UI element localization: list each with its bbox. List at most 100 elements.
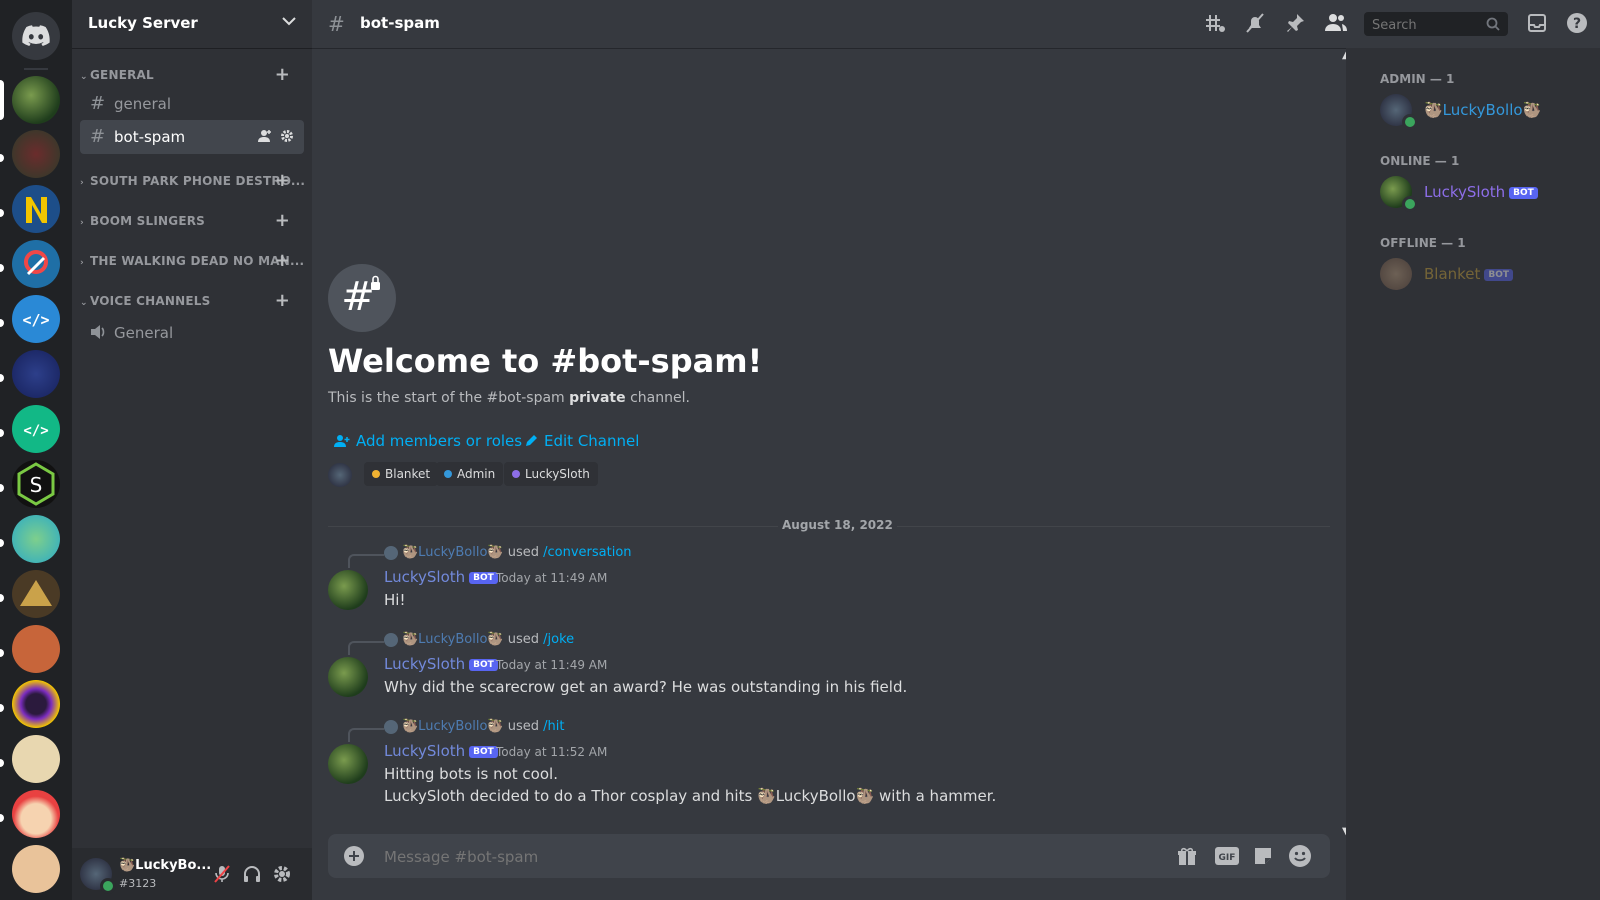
headphones-icon[interactable] bbox=[242, 864, 262, 884]
chat-area: # Welcome to #bot-spam! This is the star… bbox=[312, 0, 1350, 900]
category-walking-dead[interactable]: › THE WALKING DEAD NO MAN... + bbox=[80, 252, 304, 270]
avatar bbox=[384, 632, 398, 647]
message[interactable]: 🦥LuckyBollo🦥 used /joke LuckySloth BOT To… bbox=[312, 632, 1342, 702]
voice-channel-general[interactable]: General bbox=[80, 316, 304, 350]
reply-context[interactable]: 🦥LuckyBollo🦥 used /conversation bbox=[384, 545, 632, 560]
server-icon-7[interactable]: </> bbox=[12, 405, 60, 453]
unread-indicator bbox=[0, 484, 4, 492]
server-icon-10[interactable] bbox=[12, 570, 60, 618]
bot-badge: BOT bbox=[1484, 268, 1514, 281]
unread-indicator bbox=[0, 319, 4, 327]
search-input[interactable] bbox=[1370, 15, 1484, 35]
reply-context[interactable]: 🦥LuckyBollo🦥 used /hit bbox=[384, 719, 564, 734]
welcome-subtitle: This is the start of the #bot-spam priva… bbox=[328, 390, 690, 406]
category-voice-channels[interactable]: ⌄ VOICE CHANNELS + bbox=[80, 292, 304, 310]
server-icon-4[interactable] bbox=[12, 240, 60, 288]
add-members-link[interactable]: Add members or roles bbox=[334, 432, 522, 450]
server-icon-15[interactable] bbox=[12, 845, 60, 893]
avatar bbox=[1380, 258, 1412, 290]
message-author[interactable]: LuckySloth BOT bbox=[384, 655, 498, 673]
server-icon-3[interactable] bbox=[12, 185, 60, 233]
role-pill-blanket[interactable]: Blanket bbox=[364, 462, 439, 486]
inbox-icon[interactable] bbox=[1526, 12, 1548, 34]
member-group-online: ONLINE — 1 bbox=[1380, 154, 1460, 168]
member-luckybollo[interactable]: 🦥LuckyBollo🦥 bbox=[1380, 90, 1590, 130]
subtitle-text: This is the start of the #bot-spam bbox=[328, 390, 570, 406]
edit-channel-label: Edit Channel bbox=[544, 432, 640, 450]
reply-spine bbox=[348, 641, 384, 655]
channel-bot-spam[interactable]: # bot-spam bbox=[80, 120, 304, 154]
bot-badge: BOT bbox=[469, 571, 498, 584]
unread-indicator bbox=[0, 154, 4, 162]
category-general[interactable]: ⌄ GENERAL + bbox=[80, 66, 304, 84]
selected-server-indicator bbox=[0, 80, 4, 120]
discord-home-icon[interactable] bbox=[12, 12, 60, 60]
message[interactable]: 🦥LuckyBollo🦥 used /hit LuckySloth BOT Tod… bbox=[312, 719, 1342, 811]
gif-icon[interactable]: GIF bbox=[1214, 845, 1240, 867]
bot-badge: BOT bbox=[469, 745, 498, 758]
avatar[interactable] bbox=[328, 744, 368, 784]
emoji-icon[interactable] bbox=[1288, 844, 1312, 868]
server-icon-9[interactable] bbox=[12, 515, 60, 563]
server-icon-2[interactable] bbox=[12, 130, 60, 178]
role-pill-luckysloth[interactable]: LuckySloth bbox=[504, 462, 598, 486]
add-channel-icon[interactable]: + bbox=[275, 172, 290, 190]
sticker-icon[interactable] bbox=[1252, 845, 1274, 867]
add-channel-icon[interactable]: + bbox=[275, 292, 290, 310]
server-header[interactable]: Lucky Server bbox=[72, 0, 312, 48]
server-icon-8[interactable]: S bbox=[12, 460, 60, 508]
channel-general[interactable]: # general bbox=[80, 87, 304, 121]
speaker-icon bbox=[90, 324, 108, 340]
avatar[interactable] bbox=[328, 570, 368, 610]
help-icon[interactable]: ? bbox=[1566, 12, 1588, 34]
mute-microphone-icon[interactable] bbox=[212, 864, 232, 884]
member-luckysloth[interactable]: LuckySloth BOT bbox=[1380, 172, 1590, 212]
role-name: Blanket bbox=[385, 467, 431, 481]
server-icon-6[interactable] bbox=[12, 350, 60, 398]
message-input[interactable] bbox=[382, 846, 1106, 868]
server-icon-14[interactable] bbox=[12, 790, 60, 838]
subtitle-text: channel. bbox=[625, 390, 690, 406]
search-box[interactable] bbox=[1364, 12, 1508, 36]
role-pill-admin[interactable]: Admin bbox=[436, 462, 504, 486]
server-icon-12[interactable] bbox=[12, 680, 60, 728]
edit-channel-link[interactable]: Edit Channel bbox=[524, 432, 639, 450]
add-channel-icon[interactable]: + bbox=[275, 212, 290, 230]
reply-context[interactable]: 🦥LuckyBollo🦥 used /joke bbox=[384, 632, 574, 647]
server-icon-5[interactable]: </> bbox=[12, 295, 60, 343]
search-icon bbox=[1486, 17, 1500, 31]
avatar[interactable] bbox=[328, 657, 368, 697]
server-icon-11[interactable] bbox=[12, 625, 60, 673]
svg-text:S: S bbox=[30, 473, 43, 497]
gift-icon[interactable] bbox=[1176, 845, 1198, 867]
unread-indicator bbox=[0, 594, 4, 602]
category-label: SOUTH PARK PHONE DESTRO... bbox=[90, 174, 306, 188]
message-body: Hi! bbox=[384, 591, 406, 609]
slash-command[interactable]: /joke bbox=[543, 632, 574, 647]
server-icon-13[interactable] bbox=[12, 735, 60, 783]
user-settings-gear-icon[interactable] bbox=[272, 864, 292, 884]
server-icon-lucky-server[interactable] bbox=[12, 76, 60, 124]
category-boom-slingers[interactable]: › BOOM SLINGERS + bbox=[80, 212, 304, 230]
slash-command[interactable]: /conversation bbox=[543, 545, 631, 560]
channel-welcome-icon: # bbox=[328, 264, 396, 332]
message-timestamp: Today at 11:49 AM bbox=[496, 658, 608, 672]
slash-command[interactable]: /hit bbox=[543, 719, 564, 734]
message[interactable]: 🦥LuckyBollo🦥 used /conversation LuckySlo… bbox=[312, 545, 1342, 615]
message-composer: GIF bbox=[328, 834, 1330, 878]
add-channel-icon[interactable]: + bbox=[275, 252, 290, 270]
add-channel-icon[interactable]: + bbox=[275, 66, 290, 84]
gear-icon[interactable] bbox=[280, 129, 294, 143]
username: 🦥LuckyBo... bbox=[119, 858, 212, 873]
message-author[interactable]: LuckySloth BOT bbox=[384, 742, 498, 760]
member-blanket[interactable]: Blanket BOT bbox=[1380, 254, 1590, 294]
author-name: LuckySloth bbox=[384, 742, 466, 760]
category-south-park[interactable]: › SOUTH PARK PHONE DESTRO... + bbox=[80, 172, 306, 190]
add-attachment-icon[interactable] bbox=[344, 846, 364, 866]
avatar bbox=[384, 719, 398, 734]
chevron-down-icon[interactable] bbox=[282, 16, 296, 26]
role-color-dot bbox=[512, 470, 520, 478]
invite-icon[interactable] bbox=[258, 129, 272, 143]
channel-name: General bbox=[114, 324, 174, 342]
message-author[interactable]: LuckySloth BOT bbox=[384, 568, 498, 586]
